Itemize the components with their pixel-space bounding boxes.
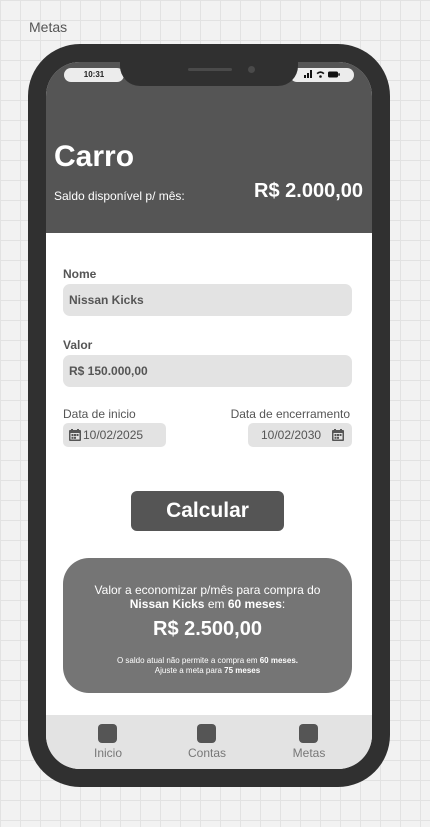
signal-icon: [304, 70, 313, 79]
calendar-icon: [69, 429, 81, 441]
battery-icon: [327, 71, 340, 78]
result-amount: R$ 2.500,00: [153, 618, 262, 640]
status-icons-pill: [290, 68, 354, 82]
name-label: Nome: [63, 267, 97, 281]
result-description: Valor a economizar p/mês para compra do: [94, 583, 321, 597]
end-date-value: 10/02/2030: [261, 428, 322, 442]
goals-icon: [299, 724, 318, 743]
front-camera: [248, 66, 255, 73]
frame-label: Metas: [29, 19, 68, 35]
start-date-label: Data de inicio: [63, 407, 136, 421]
nav-label-inicio: Inicio: [93, 746, 122, 760]
balance-label: Saldo disponível p/ mês:: [54, 189, 185, 203]
goal-header: 10:31 Carro Saldo disponível p/ mês: R$ …: [46, 62, 372, 233]
nav-item-metas[interactable]: Metas: [274, 715, 344, 769]
result-warning: O saldo atual não permite a compra em 60…: [63, 656, 352, 665]
result-warning-text: O saldo atual não permite a compra em: [116, 656, 258, 665]
bottom-nav: Inicio Contas Metas: [46, 715, 372, 769]
wifi-icon: [316, 71, 325, 78]
home-icon: [98, 724, 117, 743]
end-date-label: Data de encerramento: [230, 407, 350, 421]
result-months: 60 meses: [227, 597, 282, 611]
phone-frame: 10:31 Carro Saldo disponível p/ mês: R$ …: [28, 44, 390, 787]
value-field-value: R$ 150.000,00: [69, 364, 148, 378]
phone-notch: [120, 62, 298, 86]
start-date-field[interactable]: 10/02/2025: [63, 423, 166, 447]
status-time: 10:31: [83, 70, 105, 79]
goal-title: Carro: [54, 140, 135, 173]
result-in-text: em: [207, 597, 225, 611]
status-time-pill: 10:31: [64, 68, 124, 82]
nav-item-inicio[interactable]: Inicio: [73, 715, 143, 769]
name-field-value: Nissan Kicks: [69, 293, 144, 307]
result-card: Valor a economizar p/mês para compra do …: [63, 558, 352, 693]
result-warning-months: 60 meses.: [259, 656, 298, 665]
calculate-button[interactable]: Calcular: [131, 491, 284, 531]
result-description-detail: Nissan Kicks em 60 meses:: [63, 597, 352, 611]
value-field[interactable]: R$ 150.000,00: [63, 355, 352, 387]
result-suggestion-months: 75 meses: [224, 666, 261, 675]
calendar-icon: [332, 429, 344, 441]
status-icons: [290, 68, 354, 82]
value-label: Valor: [63, 338, 93, 352]
speaker-grill: [188, 68, 232, 71]
accounts-icon: [197, 724, 216, 743]
name-field[interactable]: Nissan Kicks: [63, 284, 352, 316]
result-suggestion-text: Ajuste a meta para: [154, 666, 222, 675]
result-suggestion: Ajuste a meta para 75 meses: [63, 666, 352, 675]
screen: 10:31 Carro Saldo disponível p/ mês: R$ …: [46, 62, 372, 769]
nav-label-contas: Contas: [187, 746, 227, 760]
result-item-name: Nissan Kicks: [129, 597, 205, 611]
balance-value: R$ 2.000,00: [254, 180, 363, 202]
nav-label-metas: Metas: [292, 746, 326, 760]
result-colon: :: [281, 597, 286, 611]
start-date-value: 10/02/2025: [83, 428, 144, 442]
nav-item-contas[interactable]: Contas: [172, 715, 242, 769]
end-date-field[interactable]: 10/02/2030: [248, 423, 352, 447]
